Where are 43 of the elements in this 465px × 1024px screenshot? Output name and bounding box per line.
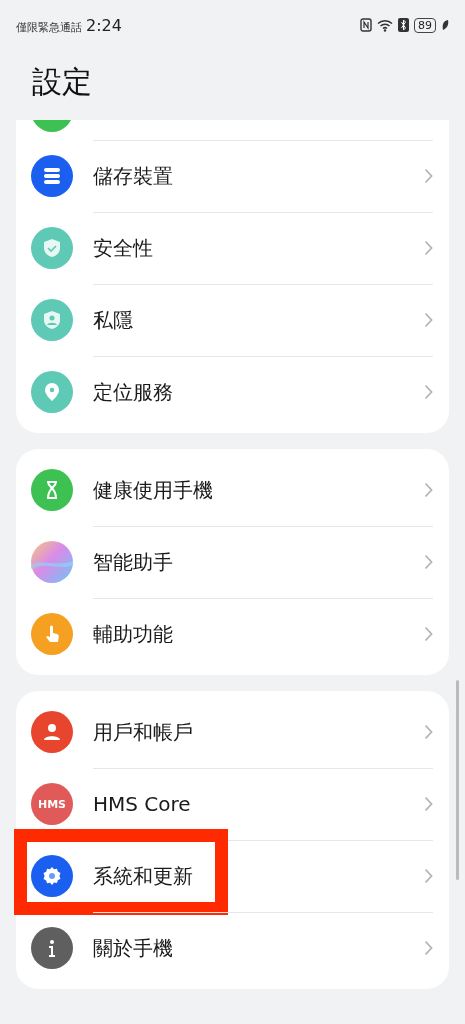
chevron-right-icon <box>424 554 433 570</box>
item-label: 健康使用手機 <box>93 476 214 504</box>
item-label: HMS Core <box>93 792 192 816</box>
leaf-icon <box>441 19 449 31</box>
bluetooth-badge-icon <box>398 18 409 32</box>
chevron-right-icon <box>424 312 433 328</box>
settings-item[interactable]: HMS HMS Core <box>16 768 449 840</box>
settings-item[interactable]: 系統和更新 <box>16 840 449 912</box>
gradient-orb-icon <box>31 541 73 583</box>
item-label: 關於手機 <box>93 934 174 962</box>
chevron-right-icon <box>424 724 433 740</box>
wifi-icon <box>377 18 393 32</box>
chevron-right-icon <box>424 626 433 642</box>
chevron-right-icon <box>424 940 433 956</box>
settings-item[interactable]: 定位服務 <box>16 356 449 428</box>
settings-item[interactable]: 健康使用手機 <box>16 454 449 526</box>
settings-item[interactable]: 智能助手 <box>16 526 449 598</box>
chevron-right-icon <box>424 868 433 884</box>
item-label: 用戶和帳戶 <box>93 718 194 746</box>
item-label: 安全性 <box>93 234 154 262</box>
clock: 2:24 <box>86 15 122 35</box>
emergency-calls-notice: 僅限緊急通話 <box>16 19 82 35</box>
item-label: 儲存裝置 <box>93 162 174 190</box>
item-label: 私隱 <box>93 306 134 334</box>
chevron-right-icon <box>424 796 433 812</box>
item-label: 系統和更新 <box>93 862 194 890</box>
settings-item[interactable]: 用戶和帳戶 <box>16 696 449 768</box>
settings-item[interactable]: 安全性 <box>16 212 449 284</box>
page-title: 設定 <box>31 62 93 101</box>
settings-item[interactable]: 私隱 <box>16 284 449 356</box>
settings-item[interactable]: 儲存裝置 <box>16 140 449 212</box>
item-label: 智能助手 <box>93 548 174 576</box>
item-label: 定位服務 <box>93 378 174 406</box>
chevron-right-icon <box>424 384 433 400</box>
nfc-icon <box>360 18 372 32</box>
chevron-right-icon <box>424 482 433 498</box>
battery-level: 89 <box>414 17 436 33</box>
chevron-right-icon <box>424 240 433 256</box>
chevron-right-icon <box>424 168 433 184</box>
settings-item[interactable]: 輔助功能 <box>16 598 449 670</box>
settings-item[interactable]: 關於手機 <box>16 912 449 984</box>
badge-icon: HMS <box>31 783 73 825</box>
item-label: 輔助功能 <box>93 620 174 648</box>
